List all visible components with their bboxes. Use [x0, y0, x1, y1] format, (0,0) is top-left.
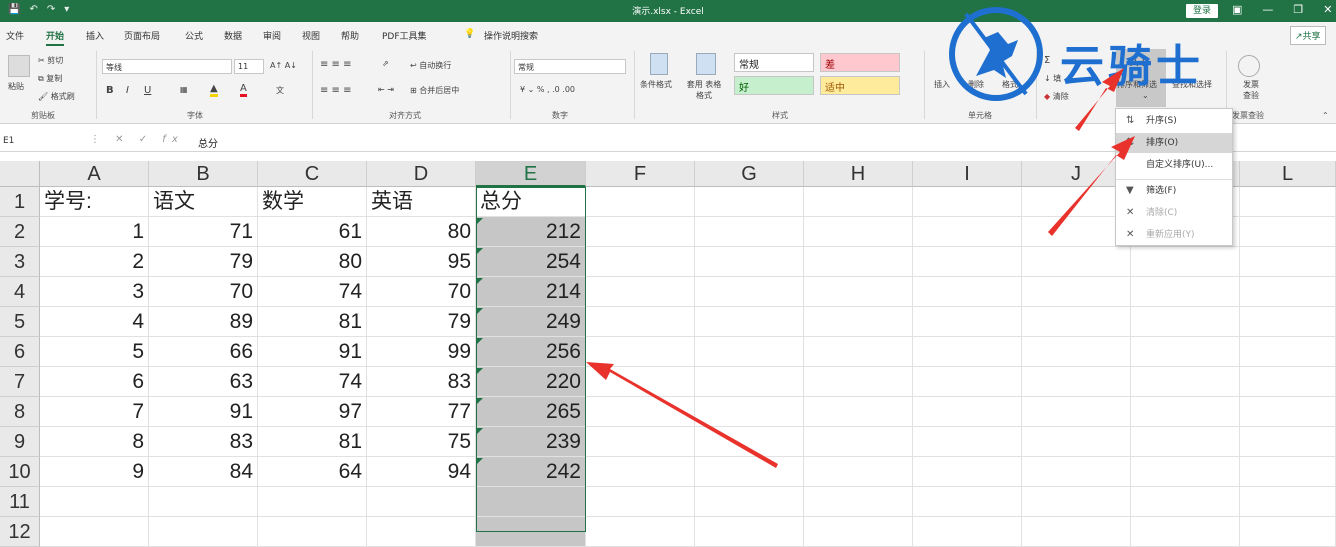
annotation-arrows [586, 68, 1135, 468]
